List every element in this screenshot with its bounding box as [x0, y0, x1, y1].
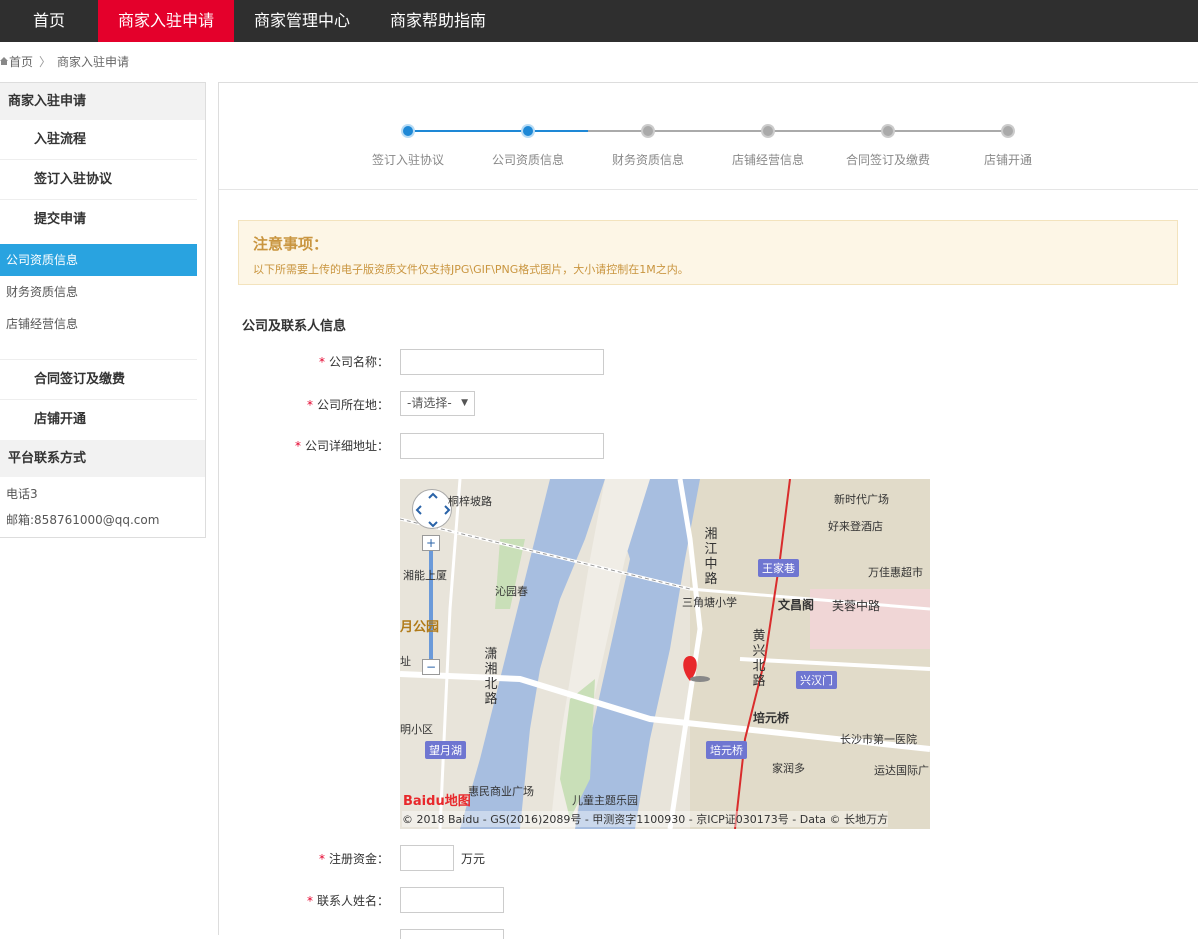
breadcrumb: 首页〉商家入驻申请 — [0, 53, 129, 71]
company-name-label: * 公司名称： — [318, 355, 389, 369]
sidebar-item-process[interactable]: 入驻流程 — [0, 120, 197, 160]
nav-merchant-center[interactable]: 商家管理中心 — [234, 0, 370, 42]
map-label: 沁园春 — [495, 585, 528, 598]
pan-arrows-icon — [415, 492, 451, 528]
step-label-6: 店铺开通 — [983, 153, 1032, 167]
notice-title: 注意事项： — [253, 235, 329, 253]
step-label-4: 店铺经营信息 — [731, 153, 804, 167]
map-zoom-control: + − — [422, 535, 440, 675]
sidebar: 商家入驻申请 入驻流程 签订入驻协议 提交申请 公司资质信息 财务资质信息 店铺… — [0, 82, 206, 538]
capital-unit: 万元 — [461, 852, 486, 866]
breadcrumb-home[interactable]: 首页 — [9, 55, 33, 69]
nav-merchant-apply[interactable]: 商家入驻申请 — [98, 0, 234, 42]
next-field-input[interactable] — [400, 929, 504, 939]
map-label: 芙蓉中路 — [832, 599, 881, 613]
step-line-done — [408, 130, 528, 132]
map-label: 桐梓坡路 — [448, 495, 492, 508]
metro-badge: 兴汉门 — [796, 671, 837, 689]
baidu-map-logo: Baidu地图 — [403, 794, 471, 809]
company-location-select[interactable]: -请选择- ▼ — [400, 391, 475, 416]
map-label: 儿童主题乐园 — [572, 794, 638, 807]
step-dot-1 — [401, 124, 415, 138]
map-label: 新时代广场 — [834, 493, 889, 506]
sidebar-heading-contact: 平台联系方式 — [0, 440, 205, 477]
map-label: 湘能上厦 — [403, 569, 447, 582]
step-line — [588, 130, 648, 132]
map-label: 文昌阁 — [778, 598, 815, 612]
metro-badge: 培元桥 — [706, 741, 747, 759]
map-label: 培元桥 — [753, 711, 790, 725]
sidebar-item-submit[interactable]: 提交申请 — [0, 200, 197, 240]
step-dot-5 — [881, 124, 895, 138]
progress-steps: 签订入驻协议 公司资质信息 财务资质信息 店铺经营信息 合同签订及缴费 店铺开通 — [219, 83, 1198, 190]
step-label-5: 合同签订及缴费 — [845, 153, 930, 167]
map-label: 惠民商业广场 — [468, 785, 534, 798]
step-dot-4 — [761, 124, 775, 138]
map-label: 运达国际广 — [874, 764, 929, 777]
map-label: 月公园 — [400, 620, 440, 635]
top-nav: 首页 商家入驻申请 商家管理中心 商家帮助指南 — [0, 0, 1198, 42]
map-label: 万佳惠超市 — [868, 566, 923, 579]
zoom-out-button[interactable]: − — [422, 659, 440, 675]
capital-label: * 注册资金： — [318, 852, 389, 866]
company-name-input[interactable] — [400, 349, 604, 375]
step-dot-3 — [641, 124, 655, 138]
sidebar-item-open[interactable]: 店铺开通 — [0, 400, 197, 440]
map-pan-control[interactable] — [412, 489, 452, 529]
map-label: 长沙市第一医院 — [840, 733, 917, 746]
metro-badge: 望月湖 — [425, 741, 466, 759]
contact-phone: 电话3 — [6, 487, 38, 501]
contact-name-label: * 联系人姓名： — [306, 894, 389, 908]
zoom-in-button[interactable]: + — [422, 535, 440, 551]
company-address-input[interactable] — [400, 433, 604, 459]
contact-name-input[interactable] — [400, 887, 504, 913]
map-label: 家润多 — [772, 762, 805, 775]
map-street-label: 潇湘北路 — [484, 647, 498, 707]
company-location-label: * 公司所在地： — [306, 398, 389, 412]
map-street-label: 湘江中路 — [704, 527, 718, 587]
map-copyright: © 2018 Baidu - GS(2016)2089号 - 甲测资字11009… — [402, 811, 889, 827]
home-icon — [0, 57, 8, 65]
step-line — [648, 130, 768, 132]
location-map[interactable]: + − 桐梓坡路 沁园春 湘能上厦 月公园 址 明小区 新时代广场 好来登酒店 … — [400, 479, 930, 829]
step-label-3: 财务资质信息 — [611, 153, 684, 167]
nav-home[interactable]: 首页 — [0, 0, 98, 42]
map-label: 址 — [400, 655, 411, 668]
caret-down-icon: ▼ — [461, 398, 468, 408]
step-line — [768, 130, 888, 132]
nav-merchant-help[interactable]: 商家帮助指南 — [370, 0, 506, 42]
section-title: 公司及联系人信息 — [242, 319, 347, 334]
step-label-1: 签订入驻协议 — [371, 153, 444, 167]
step-dot-6 — [1001, 124, 1015, 138]
map-street-label: 黄兴北路 — [752, 629, 766, 689]
sidebar-heading-apply: 商家入驻申请 — [0, 83, 205, 120]
map-label: 明小区 — [400, 723, 433, 736]
metro-badge: 王家巷 — [758, 559, 799, 577]
notice-box: 注意事项： 以下所需要上传的电子版资质文件仅支持JPG\GIF\PNG格式图片，… — [238, 220, 1178, 285]
sidebar-item-contract[interactable]: 合同签订及缴费 — [0, 360, 197, 400]
sidebar-item-agreement[interactable]: 签订入驻协议 — [0, 160, 197, 200]
map-label: 好来登酒店 — [828, 520, 883, 533]
company-address-label: * 公司详细地址： — [294, 439, 389, 453]
step-label-2: 公司资质信息 — [491, 153, 564, 167]
contact-email: 邮箱:858761000@qq.com — [6, 513, 160, 527]
sidebar-subitem-finance[interactable]: 财务资质信息 — [0, 276, 205, 308]
sidebar-subitem-company[interactable]: 公司资质信息 — [0, 244, 197, 276]
capital-input[interactable] — [400, 845, 454, 871]
step-dot-2 — [521, 124, 535, 138]
step-line — [888, 130, 1008, 132]
map-label: 三角塘小学 — [682, 596, 737, 609]
notice-text: 以下所需要上传的电子版资质文件仅支持JPG\GIF\PNG格式图片，大小请控制在… — [253, 263, 689, 276]
chevron-right-icon: 〉 — [39, 55, 52, 69]
main-panel: 签订入驻协议 公司资质信息 财务资质信息 店铺经营信息 合同签订及缴费 店铺开通… — [218, 82, 1198, 939]
sidebar-subitem-shop[interactable]: 店铺经营信息 — [0, 308, 205, 340]
breadcrumb-current: 商家入驻申请 — [57, 55, 130, 69]
